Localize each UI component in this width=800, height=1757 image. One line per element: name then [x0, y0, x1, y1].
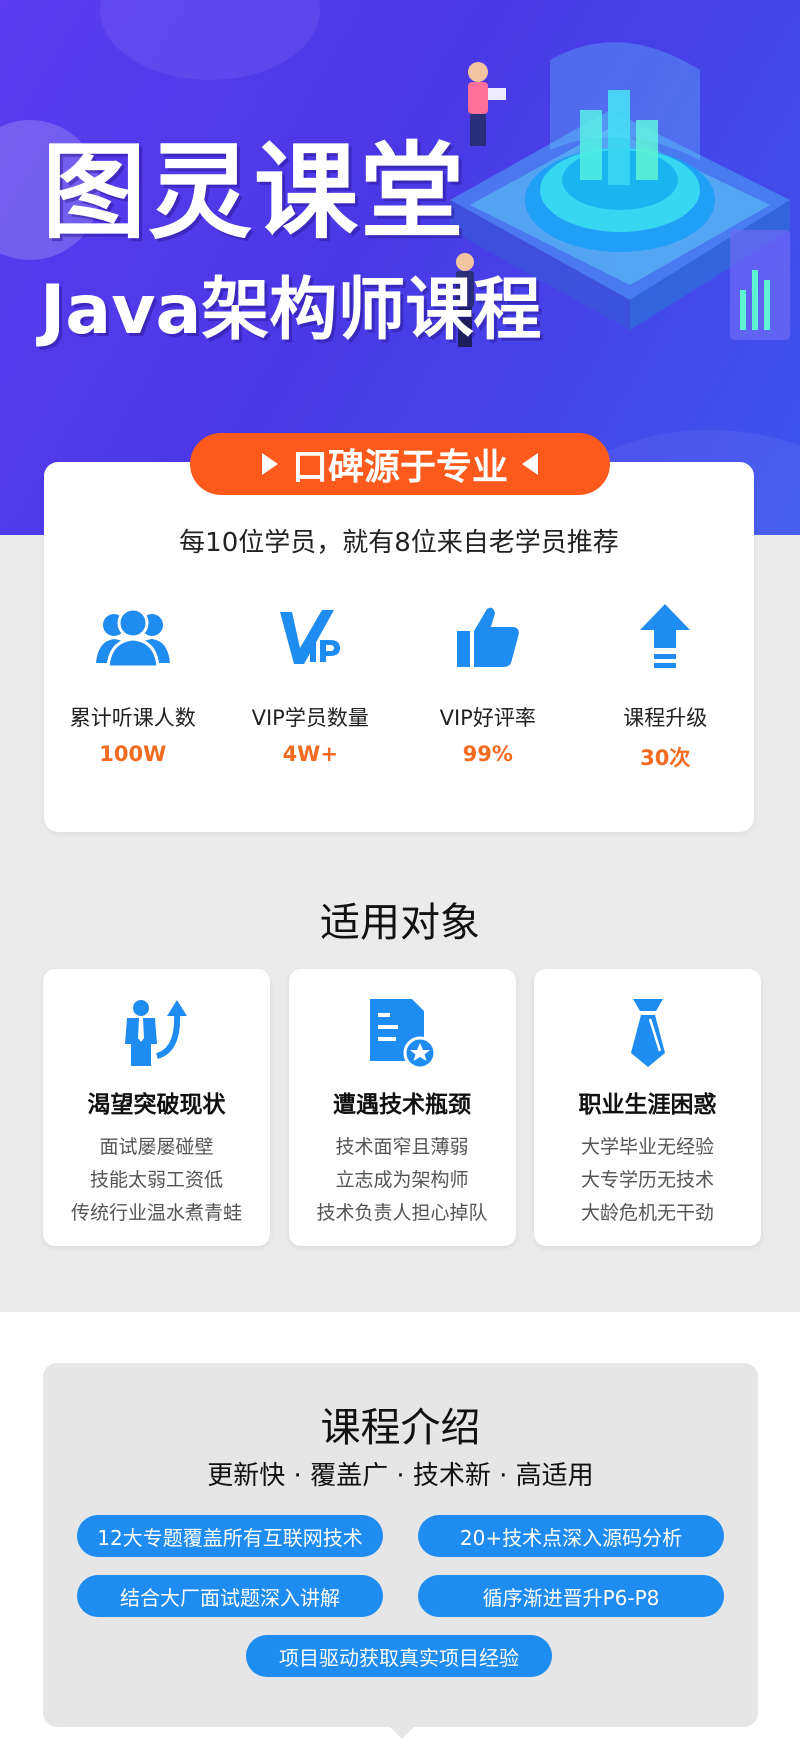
feature-pill: 项目驱动获取真实项目经验 — [246, 1635, 552, 1677]
triangle-left-icon — [522, 453, 538, 475]
feature-pill: 20+技术点深入源码分析 — [418, 1515, 724, 1557]
stats-row: 累计听课人数 100W VIP学员数量 4W+ VIP好评率 99% 课程升级 … — [44, 602, 754, 772]
stat-value: 4W+ — [282, 742, 338, 766]
thumbs-up-icon — [448, 602, 528, 672]
audience-card-line: 技术负责人担心掉队 — [316, 1202, 488, 1224]
reputation-tagline: 每10位学员，就有8位来自老学员推荐 — [179, 528, 619, 558]
audience-card-line: 大专学历无技术 — [580, 1169, 714, 1191]
audience-card-title: 遭遇技术瓶颈 — [333, 1092, 471, 1118]
audience-section-title: 适用对象 — [320, 900, 480, 946]
course-intro-card: 课程介绍 更新快 · 覆盖广 · 技术新 · 高适用 12大专题覆盖所有互联网技… — [43, 1363, 758, 1727]
audience-card-title: 渴望突破现状 — [87, 1092, 226, 1118]
audience-card: 职业生涯困惑 大学毕业无经验 大专学历无技术 大龄危机无干劲 — [534, 969, 761, 1246]
stat-item: 累计听课人数 100W — [44, 602, 222, 772]
necktie-icon — [608, 995, 688, 1071]
audience-card: 渴望突破现状 面试屡屡碰壁 技能太弱工资低 传统行业温水煮青蛙 — [43, 969, 270, 1246]
stat-value: 99% — [462, 742, 513, 766]
stat-value: 30次 — [640, 746, 691, 770]
audience-card-lines: 大学毕业无经验 大专学历无技术 大龄危机无干劲 — [581, 1131, 714, 1230]
audience-card-lines: 面试屡屡碰壁 技能太弱工资低 传统行业温水煮青蛙 — [71, 1131, 242, 1230]
stat-label: 累计听课人数 — [69, 706, 196, 730]
feature-pill: 循序渐进晋升P6-P8 — [418, 1575, 724, 1617]
stat-label: VIP好评率 — [439, 706, 536, 730]
audience-card-lines: 技术面窄且薄弱 立志成为架构师 技术负责人担心掉队 — [316, 1131, 487, 1230]
reputation-card: 每10位学员，就有8位来自老学员推荐 累计听课人数 100W VIP学员数量 4… — [44, 462, 754, 832]
reputation-banner: 口碑源于专业 — [190, 433, 610, 495]
feature-pill: 12大专题覆盖所有互联网技术 — [77, 1515, 383, 1557]
document-badge-icon — [362, 995, 442, 1071]
users-icon — [93, 602, 173, 672]
stat-item: VIP好评率 99% — [399, 602, 577, 772]
audience-card-line: 技能太弱工资低 — [89, 1169, 223, 1191]
audience-card-line: 立志成为架构师 — [335, 1169, 469, 1191]
course-section-subtitle: 更新快 · 覆盖广 · 技术新 · 高适用 — [207, 1461, 594, 1491]
stat-value: 100W — [99, 742, 167, 766]
hero-title: 图灵课堂 — [42, 131, 467, 253]
triangle-right-icon — [261, 453, 278, 475]
vip-icon — [270, 602, 350, 672]
audience-card: 遭遇技术瓶颈 技术面窄且薄弱 立志成为架构师 技术负责人担心掉队 — [288, 969, 516, 1246]
audience-cards: 渴望突破现状 面试屡屡碰壁 技能太弱工资低 传统行业温水煮青蛙 遭遇技术瓶颈 技… — [43, 969, 761, 1246]
feature-pill: 结合大厂面试题深入讲解 — [77, 1575, 383, 1617]
course-section-title: 课程介绍 — [320, 1405, 481, 1451]
audience-card-line: 传统行业温水煮青蛙 — [70, 1202, 242, 1224]
audience-card-line: 大学毕业无经验 — [580, 1136, 714, 1158]
audience-card-line: 面试屡屡碰壁 — [99, 1136, 214, 1158]
stat-label: 课程升级 — [623, 706, 708, 730]
hero-subtitle: Java架构师课程 — [40, 271, 542, 350]
stat-item: VIP学员数量 4W+ — [222, 602, 400, 772]
reputation-banner-label: 口碑源于专业 — [291, 447, 508, 488]
stat-item: 课程升级 30次 — [577, 602, 755, 772]
isometric-data-center-illustration — [450, 42, 790, 347]
card-pointer-notch — [390, 1727, 414, 1739]
upgrade-arrow-icon — [625, 602, 705, 672]
person-arrow-up-icon — [117, 995, 197, 1071]
hero-decor-glow — [100, 0, 320, 80]
audience-card-title: 职业生涯困惑 — [578, 1092, 717, 1118]
stat-label: VIP学员数量 — [251, 706, 369, 730]
audience-card-line: 大龄危机无干劲 — [580, 1202, 714, 1224]
audience-card-line: 技术面窄且薄弱 — [335, 1136, 469, 1158]
